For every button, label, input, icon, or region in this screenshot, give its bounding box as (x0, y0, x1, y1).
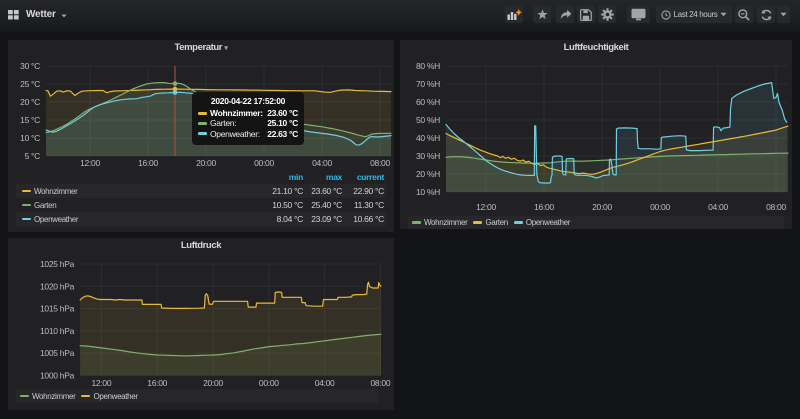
svg-text:10 °C: 10 °C (20, 133, 40, 143)
svg-text:16:00: 16:00 (147, 378, 167, 388)
svg-text:1010 hPa: 1010 hPa (40, 326, 75, 336)
svg-text:00:00: 00:00 (259, 378, 279, 388)
svg-text:20 °C: 20 °C (20, 97, 40, 107)
svg-text:25 °C: 25 °C (20, 79, 40, 89)
svg-text:1000 hPa: 1000 hPa (40, 370, 75, 380)
svg-text:20:00: 20:00 (203, 378, 223, 388)
svg-text:40 %H: 40 %H (416, 133, 440, 143)
svg-text:00:00: 00:00 (650, 202, 670, 212)
svg-text:1025 hPa: 1025 hPa (40, 259, 75, 269)
svg-text:04:00: 04:00 (312, 158, 332, 168)
svg-text:12:00: 12:00 (92, 378, 112, 388)
svg-text:80 %H: 80 %H (416, 61, 440, 71)
svg-text:08:00: 08:00 (370, 158, 390, 168)
svg-text:20 %H: 20 %H (416, 169, 440, 179)
svg-text:15 °C: 15 °C (20, 115, 40, 125)
svg-text:08:00: 08:00 (371, 378, 391, 388)
svg-text:1015 hPa: 1015 hPa (40, 304, 75, 314)
svg-text:1020 hPa: 1020 hPa (40, 281, 75, 291)
svg-text:08:00: 08:00 (766, 202, 786, 212)
svg-text:20:00: 20:00 (196, 158, 216, 168)
svg-text:30 °C: 30 °C (20, 61, 40, 71)
svg-text:10 %H: 10 %H (416, 187, 440, 197)
svg-text:30 %H: 30 %H (416, 151, 440, 161)
svg-text:00:00: 00:00 (254, 158, 274, 168)
svg-text:16:00: 16:00 (534, 202, 554, 212)
svg-text:50 %H: 50 %H (416, 115, 440, 125)
svg-text:16:00: 16:00 (138, 158, 158, 168)
svg-text:12:00: 12:00 (476, 202, 496, 212)
svg-text:04:00: 04:00 (315, 378, 335, 388)
svg-text:04:00: 04:00 (708, 202, 728, 212)
svg-text:12:00: 12:00 (80, 158, 100, 168)
svg-text:20:00: 20:00 (592, 202, 612, 212)
svg-text:1005 hPa: 1005 hPa (40, 348, 75, 358)
svg-text:70 %H: 70 %H (416, 79, 440, 89)
svg-text:5 °C: 5 °C (25, 151, 41, 161)
svg-text:60 %H: 60 %H (416, 97, 440, 107)
